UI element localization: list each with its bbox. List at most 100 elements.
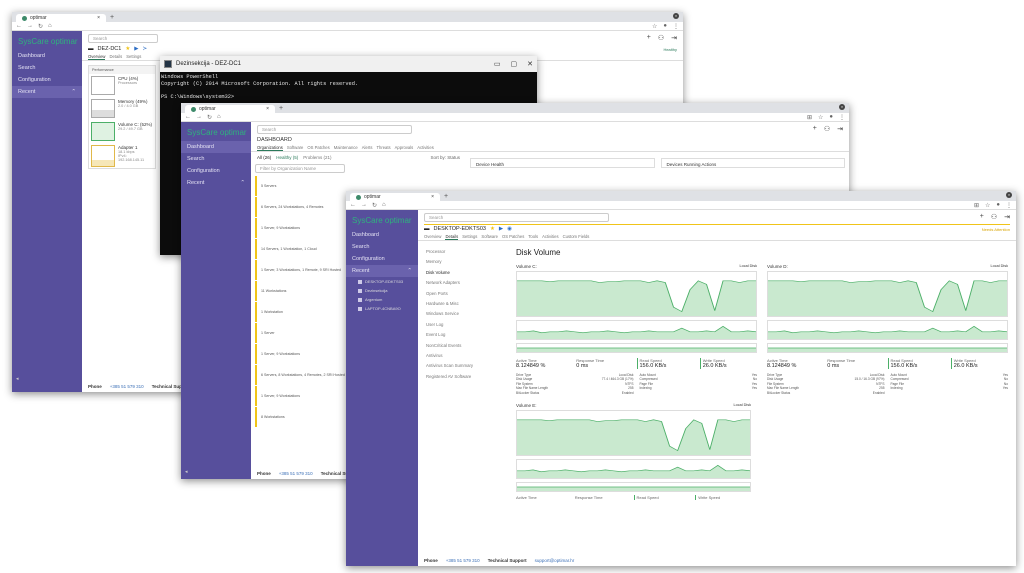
filter-problems[interactable]: Problems (21) [303, 155, 331, 160]
translate-icon[interactable]: ⊞ [807, 114, 812, 121]
tab-organizations[interactable]: Organizations [257, 145, 283, 151]
collapse-icon[interactable]: ◂ [16, 376, 19, 382]
tab-maintenance[interactable]: Maintenance [334, 145, 358, 150]
forward-icon[interactable]: → [361, 202, 367, 208]
close-tab-icon[interactable]: × [431, 194, 434, 200]
tab-software[interactable]: Software [287, 145, 304, 150]
logout-icon[interactable]: ⇥ [671, 34, 677, 42]
user-add-icon[interactable]: ⚇ [658, 34, 664, 42]
recent-item[interactable]: DESKTOP-EDKTS03 [346, 277, 418, 286]
address-bar[interactable]: ← → ↻ ⌂ ⊞ ☆ ● ⋮ [181, 113, 849, 122]
search-input[interactable]: Search [257, 124, 412, 134]
tab-details[interactable]: Details [445, 234, 459, 240]
perf-item-adapter[interactable]: Adapter 1 18.1 kbps IPv4: 192.168.145.11 [89, 143, 155, 169]
star-icon[interactable]: ☆ [985, 202, 990, 209]
nav-configuration[interactable]: Configuration [346, 253, 418, 265]
details-menu-item[interactable]: Antivirus Scan Summary [426, 361, 502, 371]
perf-item-memory[interactable]: Memory (49%) 2.0 / 4.0 GB [89, 97, 155, 120]
search-input[interactable]: Search [424, 212, 609, 222]
tab-overview[interactable]: Overview [88, 54, 106, 60]
close-tab-icon[interactable]: × [97, 15, 100, 21]
user-add-icon[interactable]: ⚇ [824, 125, 830, 133]
window-close-button[interactable]: × [839, 104, 845, 110]
tab-settings[interactable]: Settings [462, 234, 477, 239]
favorite-icon[interactable]: ★ [490, 226, 495, 232]
reload-icon[interactable]: ↻ [372, 202, 377, 209]
recent-item[interactable]: Dezinsekcija [346, 286, 418, 295]
translate-icon[interactable]: ⊞ [974, 202, 979, 209]
details-menu-item[interactable]: Hardware & Misc [426, 299, 502, 309]
nav-recent[interactable]: Recent ⌃ [346, 265, 418, 277]
nav-search[interactable]: Search [346, 241, 418, 253]
home-icon[interactable]: ⌂ [382, 202, 386, 208]
filter-healthy[interactable]: Healthy (5) [276, 155, 298, 160]
reload-icon[interactable]: ↻ [38, 23, 43, 30]
back-icon[interactable]: ← [185, 114, 191, 120]
tab-os-patches[interactable]: OS Patches [307, 145, 329, 150]
add-icon[interactable]: + [980, 213, 984, 221]
menu-icon[interactable]: ⋮ [839, 114, 845, 121]
perf-item-volume[interactable]: Volume C: (52%) 29.2 / 49.7 GB [89, 120, 155, 143]
minimize-icon[interactable]: ▭ [494, 60, 501, 68]
perf-item-cpu[interactable]: CPU (4%) Processors [89, 74, 155, 97]
org-filter-input[interactable]: Filter by Organization Name [255, 164, 345, 173]
profile-icon[interactable]: ● [829, 114, 833, 121]
address-bar[interactable]: ← → ↻ ⌂ ☆ ● ⋮ [12, 22, 683, 31]
tab-approvals[interactable]: Approvals [395, 145, 414, 150]
powershell-console[interactable]: Windows PowerShell Copyright (C) 2014 Mi… [160, 72, 537, 102]
nav-dashboard[interactable]: Dashboard [346, 229, 418, 241]
tab-software[interactable]: Software [481, 234, 498, 239]
favorite-icon[interactable]: ★ [125, 46, 130, 52]
add-icon[interactable]: + [813, 125, 817, 133]
remote-icon[interactable]: ◉ [507, 226, 512, 232]
back-icon[interactable]: ← [350, 202, 356, 208]
details-menu-item[interactable]: Windows Service [426, 309, 502, 319]
star-icon[interactable]: ☆ [652, 23, 657, 30]
browser-tab[interactable]: optimar × [16, 14, 106, 22]
tab-settings[interactable]: Settings [126, 54, 141, 59]
nav-recent[interactable]: Recent ⌃ [181, 177, 251, 189]
nav-dashboard[interactable]: Dashboard [12, 50, 82, 62]
maximize-icon[interactable]: ▢ [511, 60, 518, 68]
nav-search[interactable]: Search [12, 62, 82, 74]
menu-icon[interactable]: ⋮ [1006, 202, 1012, 209]
tab-threats[interactable]: Threats [376, 145, 390, 150]
reload-icon[interactable]: ↻ [207, 114, 212, 121]
tab-activities[interactable]: Activities [417, 145, 434, 150]
add-icon[interactable]: + [647, 34, 651, 42]
details-menu-item[interactable]: User Log [426, 320, 502, 330]
forward-icon[interactable]: → [27, 23, 33, 29]
search-input[interactable]: Search [88, 33, 158, 43]
phone-link[interactable]: +385 51 579 310 [110, 384, 144, 390]
terminal-icon[interactable]: ≻ [143, 46, 148, 52]
new-tab-button[interactable]: + [444, 193, 448, 201]
sort-select[interactable]: Sort by: Status [430, 155, 460, 160]
phone-link[interactable]: +385 51 579 310 [279, 471, 313, 477]
new-tab-button[interactable]: + [110, 14, 114, 22]
details-menu-item[interactable]: Event Log [426, 330, 502, 340]
play-icon[interactable]: ▶ [134, 46, 138, 52]
close-tab-icon[interactable]: × [266, 106, 269, 112]
details-menu-item[interactable]: Disk Volume [426, 268, 502, 278]
new-tab-button[interactable]: + [279, 105, 283, 113]
user-add-icon[interactable]: ⚇ [991, 213, 997, 221]
recent-item[interactable]: LAPTOP-4CNBA9O [346, 304, 418, 313]
home-icon[interactable]: ⌂ [217, 114, 221, 120]
nav-recent[interactable]: Recent ⌃ [12, 86, 82, 98]
browser-tab[interactable]: optimar × [185, 105, 275, 113]
logout-icon[interactable]: ⇥ [1004, 213, 1010, 221]
details-menu-item[interactable]: Antivirus [426, 351, 502, 361]
play-icon[interactable]: ▶ [499, 226, 503, 232]
tab-os-patches[interactable]: OS Patches [502, 234, 524, 239]
forward-icon[interactable]: → [196, 114, 202, 120]
window-close-button[interactable]: × [673, 13, 679, 19]
logout-icon[interactable]: ⇥ [837, 125, 843, 133]
phone-link[interactable]: +385 51 579 310 [446, 558, 480, 564]
home-icon[interactable]: ⌂ [48, 23, 52, 29]
browser-tab[interactable]: optimar × [350, 193, 440, 201]
details-menu-item[interactable]: Registered AV Software [426, 372, 502, 382]
tab-activities[interactable]: Activities [542, 234, 559, 239]
back-icon[interactable]: ← [16, 23, 22, 29]
profile-icon[interactable]: ● [663, 23, 667, 30]
filter-all[interactable]: All (26) [257, 155, 271, 160]
